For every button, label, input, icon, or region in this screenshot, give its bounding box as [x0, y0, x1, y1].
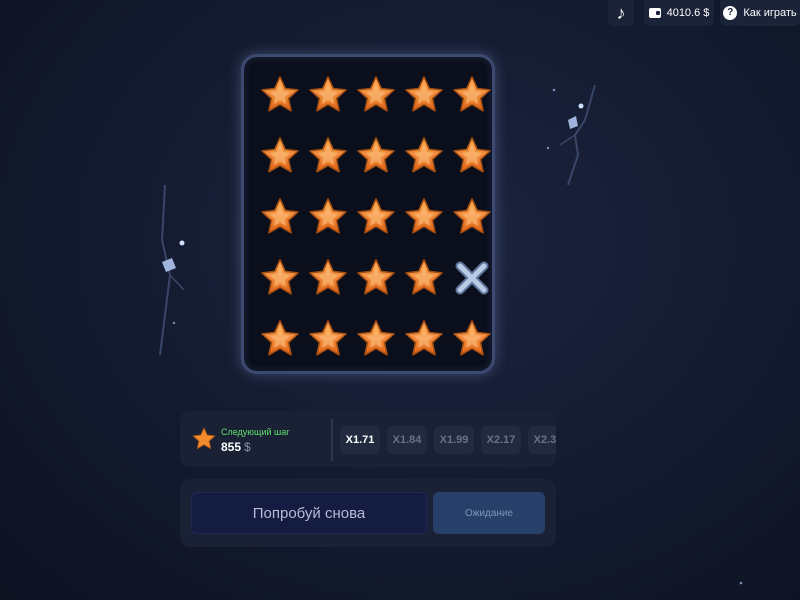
- tile-star-r1-c1[interactable]: [256, 67, 304, 128]
- waiting-button[interactable]: Ожидание: [433, 492, 545, 534]
- try-again-button[interactable]: Попробуй снова: [191, 492, 427, 534]
- next-step-currency: $: [244, 440, 251, 454]
- next-step-amount: 855: [221, 440, 242, 454]
- music-note-icon: ♪: [616, 2, 626, 23]
- tile-star-r4-c3[interactable]: [352, 250, 400, 311]
- tile-star-r2-c4[interactable]: [400, 128, 448, 189]
- star-icon: [404, 319, 444, 364]
- progress-panel: Следующий шаг 855 $ X1.71 X1.84 X1.99 X2.17 X…: [180, 411, 556, 467]
- star-icon: [452, 197, 492, 242]
- tile-star-r5-c4[interactable]: [400, 311, 448, 372]
- star-icon: [260, 258, 300, 303]
- tile-star-r2-c2[interactable]: [304, 128, 352, 189]
- next-step-value: 855 $: [221, 440, 251, 454]
- star-icon: [404, 75, 444, 120]
- star-icon: [308, 319, 348, 364]
- cross-icon: [452, 258, 492, 303]
- tile-star-r1-c4[interactable]: [400, 67, 448, 128]
- right-crack-decoration: [546, 84, 596, 186]
- star-icon: [356, 319, 396, 364]
- star-icon: [452, 75, 492, 120]
- how-to-play-label: Как играть: [743, 7, 797, 19]
- star-icon: [452, 136, 492, 181]
- tile-star-r5-c1[interactable]: [256, 311, 304, 372]
- next-step-label: Следующий шаг: [221, 427, 290, 437]
- tile-cross-r4-c5[interactable]: [448, 250, 496, 311]
- star-icon: [308, 136, 348, 181]
- tile-star-r2-c1[interactable]: [256, 128, 304, 189]
- tile-star-r4-c4[interactable]: [400, 250, 448, 311]
- star-icon: [404, 197, 444, 242]
- star-icon: [260, 319, 300, 364]
- sparkle-decoration: [739, 581, 743, 585]
- star-icon: [452, 319, 492, 364]
- multiplier-step: X1.84: [387, 426, 427, 454]
- tile-star-r1-c2[interactable]: [304, 67, 352, 128]
- tile-star-r2-c5[interactable]: [448, 128, 496, 189]
- tile-grid: [256, 67, 496, 372]
- tile-star-r3-c1[interactable]: [256, 189, 304, 250]
- star-icon: [404, 136, 444, 181]
- star-icon: [356, 258, 396, 303]
- star-icon: [308, 75, 348, 120]
- multiplier-step: X1.99: [434, 426, 474, 454]
- multiplier-track: X1.71X1.84X1.99X2.17X2.38: [340, 426, 556, 454]
- tile-star-r3-c4[interactable]: [400, 189, 448, 250]
- star-icon: [356, 197, 396, 242]
- action-panel: Попробуй снова Ожидание: [180, 479, 556, 547]
- tile-star-r1-c3[interactable]: [352, 67, 400, 128]
- multiplier-step: X2.38: [528, 426, 556, 454]
- tile-star-r3-c3[interactable]: [352, 189, 400, 250]
- tile-star-r5-c5[interactable]: [448, 311, 496, 372]
- game-board: [241, 54, 495, 374]
- balance-display: 4010.6 $: [644, 0, 714, 26]
- tile-star-r4-c2[interactable]: [304, 250, 352, 311]
- left-crack-decoration: [159, 184, 185, 356]
- tile-star-r5-c3[interactable]: [352, 311, 400, 372]
- wallet-icon: [648, 8, 661, 18]
- question-icon: ?: [723, 6, 738, 20]
- star-icon: [404, 258, 444, 303]
- how-to-play-button[interactable]: ? Как играть: [720, 0, 800, 26]
- tile-star-r3-c2[interactable]: [304, 189, 352, 250]
- tile-star-r3-c5[interactable]: [448, 189, 496, 250]
- star-icon: [260, 75, 300, 120]
- multiplier-step: X1.71: [340, 426, 380, 454]
- music-toggle-button[interactable]: ♪: [608, 0, 634, 26]
- divider: [331, 419, 333, 461]
- multiplier-step: X2.17: [481, 426, 521, 454]
- star-icon: [356, 136, 396, 181]
- tile-star-r2-c3[interactable]: [352, 128, 400, 189]
- star-icon: [308, 197, 348, 242]
- balance-value: 4010.6 $: [666, 7, 710, 19]
- star-icon: [356, 75, 396, 120]
- star-icon: [260, 136, 300, 181]
- tile-star-r1-c5[interactable]: [448, 67, 496, 128]
- tile-star-r4-c1[interactable]: [256, 250, 304, 311]
- tile-star-r5-c2[interactable]: [304, 311, 352, 372]
- star-icon: [260, 197, 300, 242]
- star-icon: [308, 258, 348, 303]
- star-icon: [192, 427, 216, 449]
